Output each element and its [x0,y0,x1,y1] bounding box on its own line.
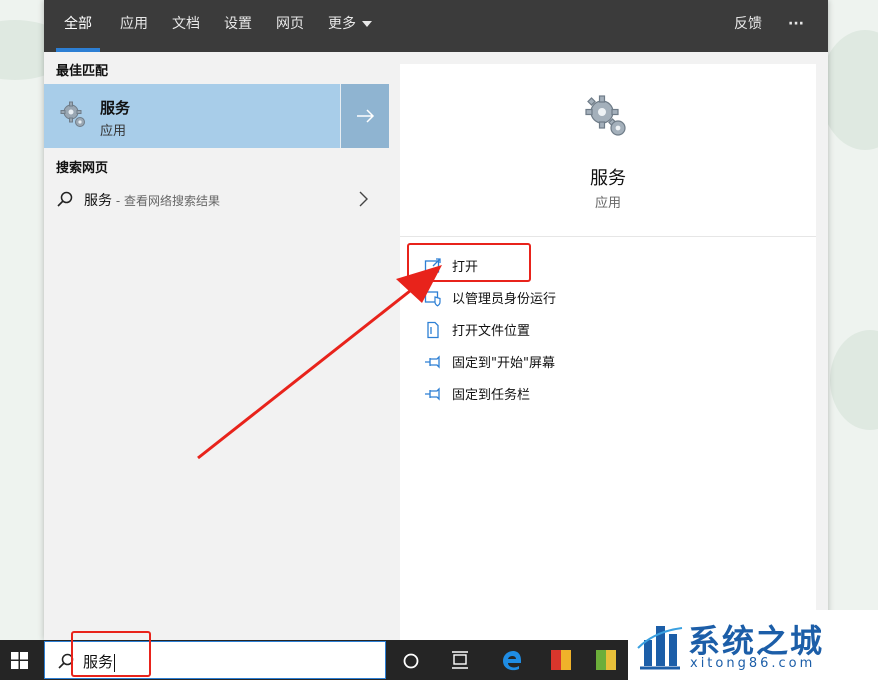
annotation-box-search [71,631,151,677]
action-open-file-location-label: 打开文件位置 [452,324,531,339]
top-tab-bar: 全部 应用 文档 设置 网页 更多 反馈 ··· [44,0,828,52]
task-view-icon[interactable] [450,651,470,669]
detail-header: 服务 应用 [400,64,816,237]
building-logo-icon [637,626,683,670]
background-blob [820,30,878,150]
annotation-arrow [197,265,442,460]
tab-settings[interactable]: 设置 [218,0,258,52]
search-web-heading: 搜索网页 [56,161,109,176]
action-run-as-admin-label: 以管理员身份运行 [452,292,557,307]
background-blob [830,330,878,430]
web-search-result[interactable]: 服务 - 查看网络搜索结果 [44,182,388,216]
tab-apps[interactable]: 应用 [114,0,154,52]
best-match-subtitle: 应用 [100,124,127,139]
best-match-expand-button[interactable] [340,84,389,148]
detail-subtitle: 应用 [594,196,621,211]
detail-title: 服务 [590,168,626,189]
taskbar-app-icon[interactable] [596,650,616,670]
tab-more-label: 更多 [328,16,356,32]
more-options-button[interactable]: ··· [782,0,810,52]
tab-documents[interactable]: 文档 [166,0,206,52]
tab-web[interactable]: 网页 [270,0,310,52]
watermark-url: xitong86.com [690,656,816,671]
best-match-heading: 最佳匹配 [56,64,109,79]
detail-panel: 服务 应用 打开 以管理员身份运行 打开文件位置 固定到"开始"屏幕 固定到任务… [400,64,816,640]
cortana-circle-icon[interactable] [402,652,420,670]
action-pin-to-start-label: 固定到"开始"屏幕 [452,356,555,371]
windows-start-icon[interactable] [11,652,28,669]
chevron-down-icon [362,21,372,27]
action-pin-to-taskbar-label: 固定到任务栏 [452,388,531,403]
arrow-right-icon [357,109,375,123]
chevron-right-icon [359,191,368,207]
tab-more[interactable]: 更多 [324,0,376,52]
web-query: 服务 [84,193,112,209]
web-query-suffix: - 查看网络搜索结果 [112,194,220,208]
edge-browser-icon[interactable] [500,649,524,671]
best-match-item[interactable]: 服务 应用 [44,84,340,148]
taskbar-app-icon[interactable] [551,650,571,670]
tab-all[interactable]: 全部 [56,0,100,52]
services-gear-icon [60,101,85,127]
watermark: 系统之城 xitong86.com [628,610,878,680]
best-match-title: 服务 [100,99,131,117]
search-icon [57,191,73,207]
services-gear-icon [585,95,626,136]
feedback-button[interactable]: 反馈 [730,0,766,52]
